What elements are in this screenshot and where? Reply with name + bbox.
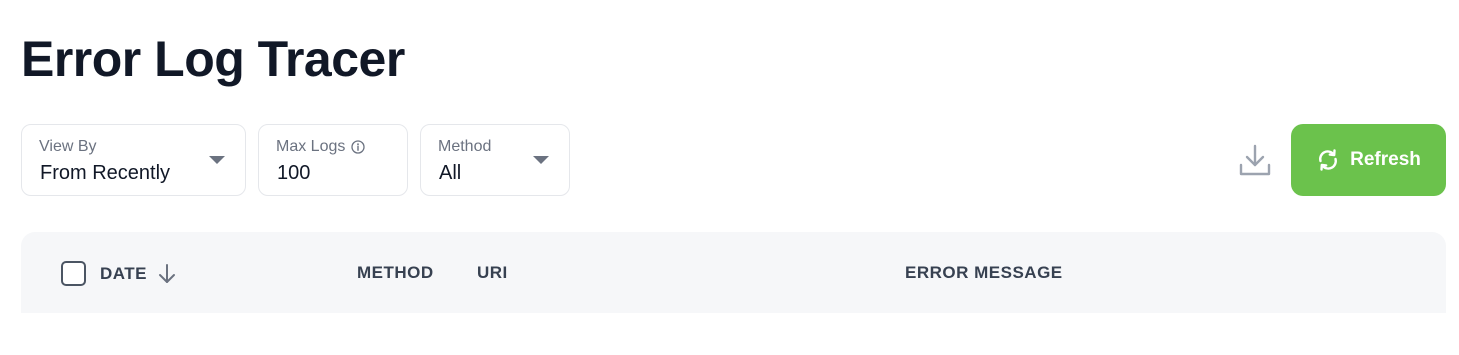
select-all-checkbox[interactable] [61,261,86,286]
view-by-value: From Recently [40,162,171,184]
chevron-down-icon [533,156,549,164]
arrow-down-icon[interactable] [157,263,177,285]
refresh-label: Refresh [1350,149,1421,170]
max-logs-value: 100 [277,162,311,184]
max-logs-label-row: Max Logs [276,137,366,157]
page-title: Error Log Tracer [21,31,405,87]
column-header-date[interactable]: DATE [100,263,177,285]
refresh-icon [1316,148,1340,172]
table-header: DATE METHOD URI ERROR MESSAGE [21,232,1446,313]
method-label: Method [438,138,492,155]
max-logs-field[interactable]: Max Logs 100 [258,124,408,196]
info-icon[interactable] [351,140,366,154]
page: Error Log Tracer View By From Recently M… [0,0,1459,355]
download-button[interactable] [1236,142,1274,180]
view-by-select[interactable]: View By From Recently [21,124,246,196]
refresh-button[interactable]: Refresh [1291,124,1446,196]
column-date-label: DATE [100,264,148,283]
view-by-label: View By [39,138,97,155]
download-icon [1239,144,1271,176]
column-header-error-message[interactable]: ERROR MESSAGE [905,263,1063,283]
max-logs-label: Max Logs [276,138,346,155]
column-header-uri[interactable]: URI [477,263,508,283]
method-value: All [439,162,462,184]
chevron-down-icon [209,156,225,164]
method-select[interactable]: Method All [420,124,570,196]
column-header-method[interactable]: METHOD [357,263,434,283]
